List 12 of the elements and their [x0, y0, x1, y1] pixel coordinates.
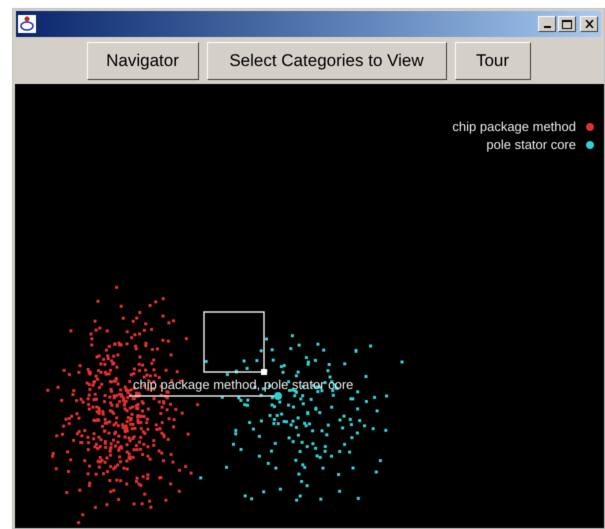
- app-icon: [18, 15, 36, 33]
- toolbar-button[interactable]: Select Categories to View: [206, 42, 446, 80]
- close-icon: [584, 20, 594, 28]
- minimize-button[interactable]: [538, 16, 556, 32]
- legend-label: chip package method: [452, 120, 576, 133]
- close-button[interactable]: [580, 16, 598, 32]
- minimize-icon: [544, 26, 550, 28]
- toolbar-button[interactable]: Tour: [454, 42, 530, 80]
- toolbar-button[interactable]: Navigator: [86, 42, 198, 80]
- legend-label: pole stator core: [486, 138, 576, 151]
- maximize-icon: [562, 20, 572, 28]
- maximize-button[interactable]: [558, 16, 576, 32]
